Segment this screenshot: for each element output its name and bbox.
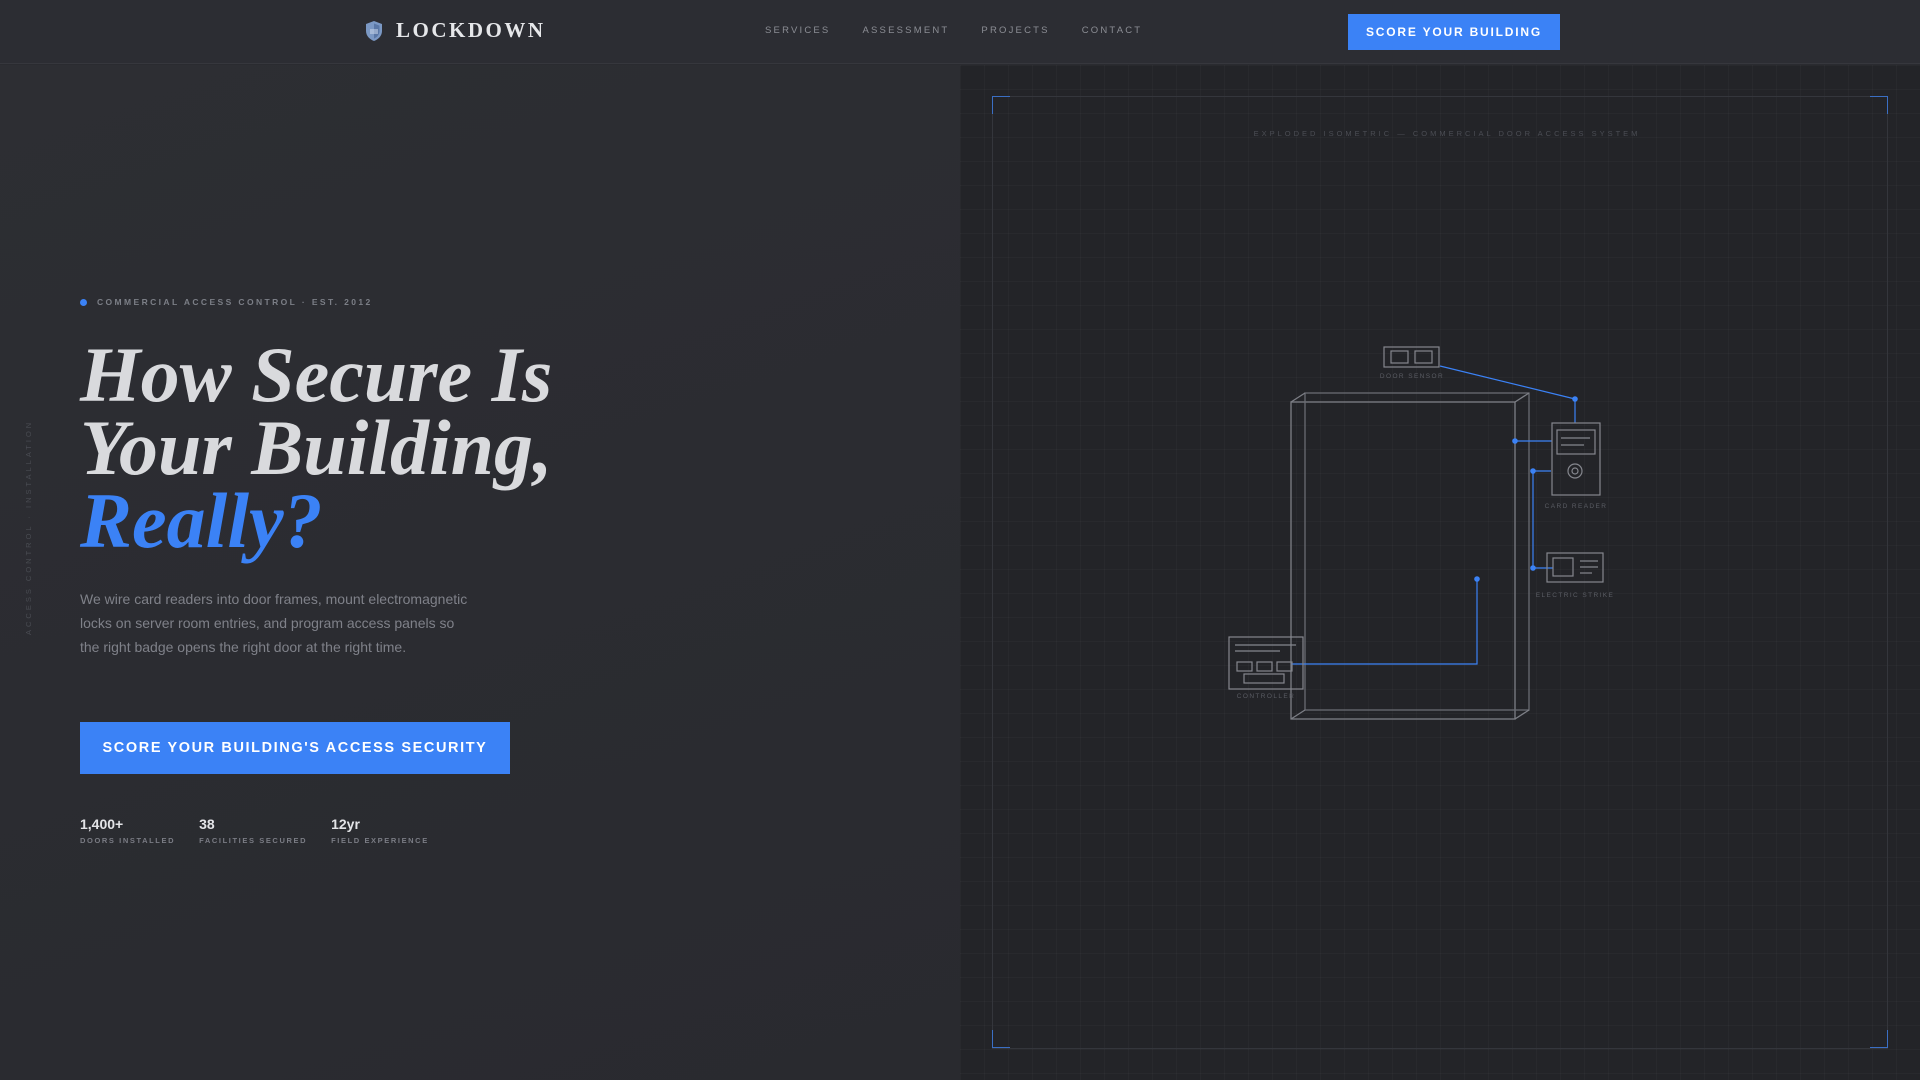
score-building-button[interactable]: SCORE YOUR BUILDING: [1348, 14, 1560, 50]
door-frame: [1290, 392, 1530, 720]
headline-line-1: How Secure Is: [80, 331, 553, 418]
nav-projects[interactable]: PROJECTS: [981, 25, 1049, 36]
vertical-side-tag: ACCESS CONTROL · INSTALLATION: [24, 419, 33, 635]
hero-description: We wire card readers into door frames, m…: [80, 591, 468, 655]
wiring: [1291, 365, 1576, 665]
eyebrow-dot-icon: [80, 298, 87, 306]
stat-label: FACILITIES SECURED: [199, 836, 308, 845]
label-card-reader: CARD READER: [1545, 503, 1608, 510]
stat-doors: 1,400+ DOORS INSTALLED: [80, 816, 175, 845]
stat-facilities: 38 FACILITIES SECURED: [199, 816, 307, 845]
brand-logo[interactable]: LOCKDOWN: [364, 18, 546, 43]
label-door-sensor: DOOR SENSOR: [1380, 373, 1444, 380]
hero-stats: 1,400+ DOORS INSTALLED 38 FACILITIES SEC…: [80, 816, 429, 845]
card-reader: [1551, 422, 1601, 496]
stat-value: 12yr: [331, 816, 360, 832]
stat-value: 38: [199, 816, 215, 832]
controller: [1228, 636, 1304, 690]
brand-name: LOCKDOWN: [396, 18, 546, 42]
hero-eyebrow: COMMERCIAL ACCESS CONTROL · EST. 2012: [80, 297, 373, 307]
electric-strike: [1546, 552, 1604, 583]
wire-nodes: [1474, 396, 1578, 582]
main-nav: SERVICES ASSESSMENT PROJECTS CONTACT: [765, 25, 1142, 36]
nav-assessment[interactable]: ASSESSMENT: [862, 25, 949, 36]
stat-label: FIELD EXPERIENCE: [331, 836, 429, 845]
label-electric-strike: ELECTRIC STRIKE: [1536, 592, 1614, 599]
diagram-panel: EXPLODED ISOMETRIC — COMMERCIAL DOOR ACC…: [960, 65, 1920, 1080]
score-access-security-button[interactable]: SCORE YOUR BUILDING'S ACCESS SECURITY: [80, 722, 510, 774]
site-header: LOCKDOWN SERVICES ASSESSMENT PROJECTS CO…: [0, 0, 1920, 64]
nav-contact[interactable]: CONTACT: [1082, 25, 1143, 36]
stat-value: 1,400+: [80, 816, 124, 832]
hero-section: ACCESS CONTROL · INSTALLATION: [0, 65, 960, 1080]
hero-headline: How Secure Is Your Building, Really?: [80, 331, 553, 564]
stat-label: DOORS INSTALLED: [80, 836, 176, 845]
stat-experience: 12yr FIELD EXPERIENCE: [331, 816, 429, 845]
label-controller: CONTROLLER: [1237, 693, 1295, 700]
eyebrow-text: COMMERCIAL ACCESS CONTROL · EST. 2012: [97, 297, 373, 307]
headline-accent: Really?: [80, 477, 323, 564]
headline-line-2: Your Building,: [80, 404, 553, 491]
nav-services[interactable]: SERVICES: [765, 25, 830, 36]
shield-icon: [366, 20, 382, 41]
door-sensor: [1383, 346, 1440, 368]
door-access-diagram: DOOR SENSOR CARD READER ELECTRIC STRIKE: [1228, 346, 1614, 720]
